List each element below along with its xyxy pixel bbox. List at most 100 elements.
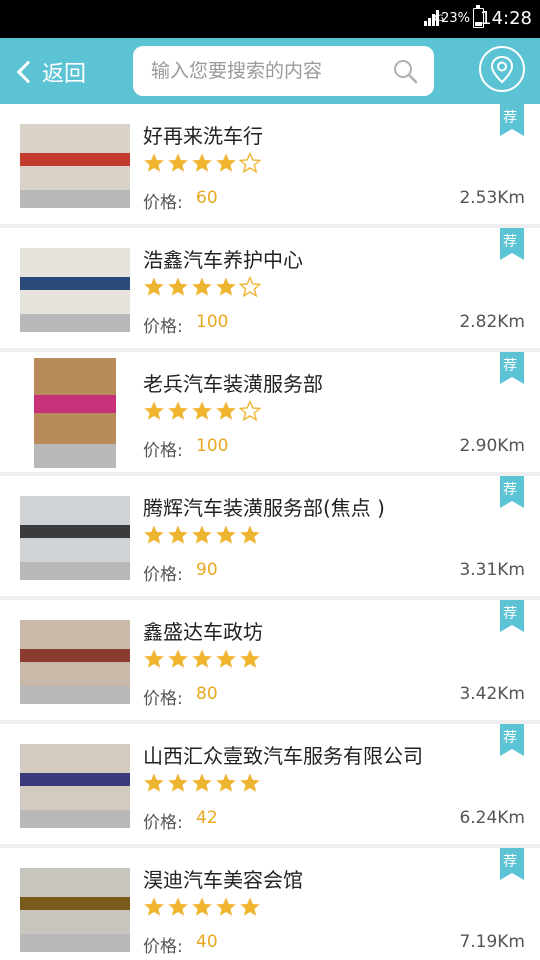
back-button[interactable]: 返回 bbox=[14, 52, 86, 92]
recommend-badge-label: 荐 bbox=[503, 730, 517, 746]
search-icon[interactable] bbox=[392, 58, 418, 84]
star-filled-icon bbox=[191, 276, 213, 302]
shop-photo bbox=[34, 358, 116, 468]
rating-stars bbox=[143, 896, 261, 922]
recommend-badge: 荐 bbox=[500, 228, 524, 260]
shop-list-item[interactable]: 浩鑫汽车养护中心 价格: 100 2.82Km 荐 bbox=[0, 228, 540, 352]
search-box[interactable] bbox=[133, 46, 434, 96]
top-bar: 返回 bbox=[0, 38, 540, 104]
shop-photo bbox=[20, 248, 130, 332]
star-filled-icon bbox=[215, 772, 237, 798]
price-label: 价格: bbox=[143, 937, 183, 957]
star-filled-icon bbox=[143, 152, 165, 178]
star-filled-icon bbox=[215, 276, 237, 302]
chevron-left-icon bbox=[16, 60, 40, 84]
distance: 7.19Km bbox=[459, 932, 525, 952]
back-label: 返回 bbox=[42, 62, 87, 87]
price-value: 80 bbox=[196, 684, 218, 704]
rating-stars bbox=[143, 275, 262, 302]
recommend-badge: 荐 bbox=[500, 848, 524, 880]
star-filled-icon bbox=[191, 772, 213, 798]
distance: 2.82Km bbox=[459, 312, 525, 332]
shop-name: 鑫盛达车政坊 bbox=[143, 620, 263, 644]
star-filled-icon bbox=[239, 896, 261, 922]
shop-photo bbox=[20, 868, 130, 952]
star-filled-icon bbox=[167, 648, 189, 674]
star-empty-icon bbox=[238, 151, 262, 178]
search-input[interactable] bbox=[151, 46, 391, 96]
star-filled-icon bbox=[191, 524, 213, 550]
star-filled-icon bbox=[143, 772, 165, 798]
shop-photo bbox=[20, 744, 130, 828]
shop-list-item[interactable]: 鑫盛达车政坊价格: 80 3.42Km 荐 bbox=[0, 600, 540, 724]
star-filled-icon bbox=[143, 648, 165, 674]
star-filled-icon bbox=[215, 400, 237, 426]
star-filled-icon bbox=[239, 772, 261, 798]
shop-photo bbox=[20, 620, 130, 704]
shop-name: 老兵汽车装潢服务部 bbox=[143, 372, 323, 396]
status-bar: 3G 23% 14:28 bbox=[0, 0, 540, 38]
star-filled-icon bbox=[191, 648, 213, 674]
star-filled-icon bbox=[215, 524, 237, 550]
star-filled-icon bbox=[239, 524, 261, 550]
recommend-badge: 荐 bbox=[500, 104, 524, 136]
shop-name: 山西汇众壹致汽车服务有限公司 bbox=[143, 744, 423, 768]
recommend-badge: 荐 bbox=[500, 476, 524, 508]
distance: 2.53Km bbox=[459, 188, 525, 208]
price-label: 价格: bbox=[143, 317, 183, 337]
star-filled-icon bbox=[143, 896, 165, 922]
rating-stars bbox=[143, 524, 261, 550]
price-label: 价格: bbox=[143, 689, 183, 709]
rating-stars bbox=[143, 151, 262, 178]
rating-stars bbox=[143, 399, 262, 426]
star-filled-icon bbox=[167, 400, 189, 426]
star-filled-icon bbox=[143, 276, 165, 302]
shop-list-item[interactable]: 山西汇众壹致汽车服务有限公司价格: 42 6.24Km 荐 bbox=[0, 724, 540, 848]
price-value: 90 bbox=[196, 560, 218, 580]
recommend-badge: 荐 bbox=[500, 724, 524, 756]
shop-list-item[interactable]: 老兵汽车装潢服务部价格: 100 2.90Km 荐 bbox=[0, 352, 540, 476]
shop-name: 腾辉汽车装潢服务部(焦点 ) bbox=[143, 496, 385, 520]
distance: 3.42Km bbox=[459, 684, 525, 704]
price-label: 价格: bbox=[143, 193, 183, 213]
star-filled-icon bbox=[167, 524, 189, 550]
distance: 3.31Km bbox=[459, 560, 525, 580]
price-label: 价格: bbox=[143, 813, 183, 833]
rating-stars bbox=[143, 648, 261, 674]
recommend-badge-label: 荐 bbox=[503, 234, 517, 250]
shop-name: 浩鑫汽车养护中心 bbox=[143, 248, 303, 272]
star-filled-icon bbox=[143, 400, 165, 426]
recommend-badge: 荐 bbox=[500, 600, 524, 632]
star-empty-icon bbox=[238, 399, 262, 426]
star-filled-icon bbox=[143, 524, 165, 550]
recommend-badge-label: 荐 bbox=[503, 358, 517, 374]
star-filled-icon bbox=[215, 648, 237, 674]
shop-list-item[interactable]: 好再来洗车行价格: 60 2.53Km 荐 bbox=[0, 104, 540, 228]
clock: 14:28 bbox=[480, 8, 532, 29]
recommend-badge-label: 荐 bbox=[503, 110, 517, 126]
price-label: 价格: bbox=[143, 441, 183, 461]
price-value: 42 bbox=[196, 808, 218, 828]
recommend-badge-label: 荐 bbox=[503, 854, 517, 870]
shop-name: 淏迪汽车美容会馆 bbox=[143, 868, 303, 892]
shop-list-item[interactable]: 腾辉汽车装潢服务部(焦点 ) 价格: 90 3.31Km 荐 bbox=[0, 476, 540, 600]
shop-list-item[interactable]: 淏迪汽车美容会馆 价格: 40 7.19Km 荐 bbox=[0, 848, 540, 960]
shop-photo bbox=[20, 124, 130, 208]
recommend-badge-label: 荐 bbox=[503, 482, 517, 498]
location-pin-icon bbox=[490, 55, 514, 84]
price-value: 60 bbox=[196, 188, 218, 208]
star-filled-icon bbox=[215, 152, 237, 178]
star-filled-icon bbox=[167, 276, 189, 302]
star-filled-icon bbox=[167, 896, 189, 922]
price-label: 价格: bbox=[143, 565, 183, 585]
shop-photo bbox=[20, 496, 130, 580]
price-value: 100 bbox=[196, 436, 229, 456]
distance: 6.24Km bbox=[459, 808, 525, 828]
shop-name: 好再来洗车行 bbox=[143, 124, 263, 148]
signal-icon bbox=[424, 10, 440, 26]
distance: 2.90Km bbox=[459, 436, 525, 456]
recommend-badge: 荐 bbox=[500, 352, 524, 384]
rating-stars bbox=[143, 772, 261, 798]
star-filled-icon bbox=[167, 152, 189, 178]
location-button[interactable] bbox=[479, 46, 525, 92]
